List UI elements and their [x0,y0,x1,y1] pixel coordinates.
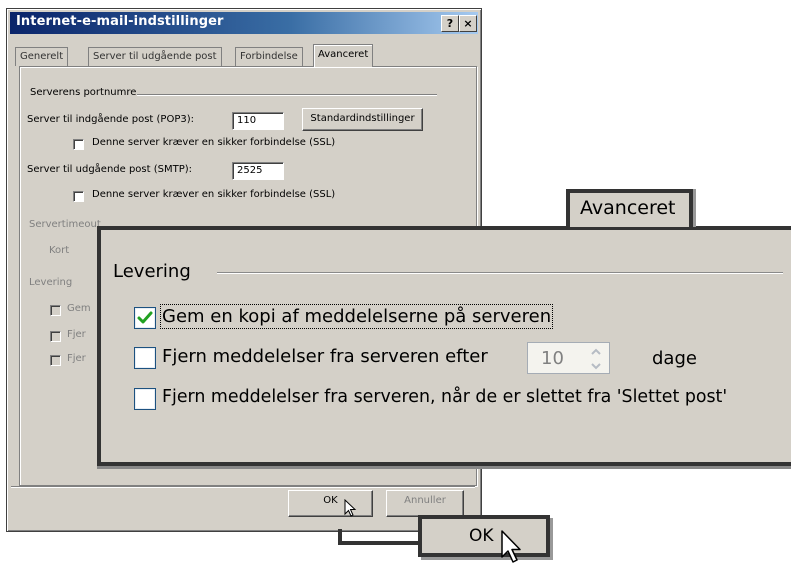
zoom-delivery-title: Levering [113,261,191,282]
cancel-button[interactable]: Annuller [386,490,464,517]
help-button[interactable]: ? [441,15,459,32]
delivery-group-title: Levering [29,277,73,288]
bg-remove-deleted-label: Fjer [67,353,86,364]
keep-copy-checkbox[interactable] [134,307,156,329]
days-spinner[interactable]: 10 [527,342,610,374]
days-unit-label: dage [652,348,697,369]
outgoing-ssl-checkbox[interactable] [73,191,84,202]
zoom-tab-label: Avanceret [580,197,676,219]
bottom-divider [11,486,475,488]
tab-connection[interactable]: Forbindelse [235,47,303,66]
outgoing-port-label: Server til udgående post (SMTP): [27,164,193,175]
zoom-delivery-divider [217,272,783,274]
bg-remove-after-checkbox[interactable] [50,331,61,342]
cancel-button-label: Annuller [404,495,446,506]
tab-advanced[interactable]: Avanceret [313,44,374,67]
bg-keep-copy-label: Gem [67,303,91,314]
ok-button[interactable]: OK [288,490,373,517]
remove-after-label: Fjern meddelelser fra serveren efter [162,346,488,367]
tab-outgoing-server[interactable]: Server til udgående post [88,47,222,66]
tab-general[interactable]: Generelt [15,47,69,66]
zoom-ok-button[interactable]: OK [418,515,550,563]
close-button[interactable]: × [459,15,477,32]
defaults-button[interactable]: Standardindstillinger [302,108,423,131]
callout-connector-horizontal [338,541,420,545]
incoming-port-label: Server til indgående post (POP3): [27,114,194,125]
close-icon: × [463,17,473,30]
dialog-title: Internet-e-mail-indstillinger [16,14,224,29]
mouse-cursor-icon [344,499,357,517]
remove-deleted-checkbox[interactable] [134,388,156,410]
days-value: 10 [541,348,564,369]
spin-down-button[interactable] [585,358,607,372]
chevron-down-icon [591,363,601,370]
outgoing-port-input[interactable]: 2525 [232,162,284,180]
ports-group-title: Serverens portnumre [30,87,137,98]
zoom-tab-advanced[interactable]: Avanceret [566,189,693,227]
bg-remove-after-label: Fjer [67,329,86,340]
bg-keep-copy-checkbox[interactable] [50,305,61,316]
incoming-ssl-label: Denne server kræver en sikker forbindels… [92,137,336,148]
ok-button-label: OK [323,495,338,506]
bg-remove-deleted-checkbox[interactable] [50,355,61,366]
remove-deleted-label: Fjern meddelelser fra serveren, når de e… [162,387,728,407]
timeout-group-title: Servertimeout [29,219,101,230]
keep-copy-label[interactable]: Gem en kopi af meddelelserne på serveren [159,304,554,329]
title-bar[interactable]: Internet-e-mail-indstillinger ? × [10,12,478,34]
zoom-ok-label: OK [469,526,494,546]
timeout-short-label: Kort [49,245,70,256]
remove-after-checkbox[interactable] [134,347,156,369]
help-icon: ? [446,17,454,30]
spin-up-button[interactable] [585,344,607,358]
incoming-ssl-checkbox[interactable] [73,139,84,150]
incoming-port-input[interactable]: 110 [232,112,284,130]
zoom-delivery-panel: Levering Gem en kopi af meddelelserne på… [97,226,791,466]
zoom-mouse-cursor-icon [501,530,521,563]
checkmark-icon [137,311,153,324]
outgoing-ssl-label: Denne server kræver en sikker forbindels… [92,189,336,200]
chevron-up-icon [591,348,601,355]
ports-group-divider [137,94,437,96]
